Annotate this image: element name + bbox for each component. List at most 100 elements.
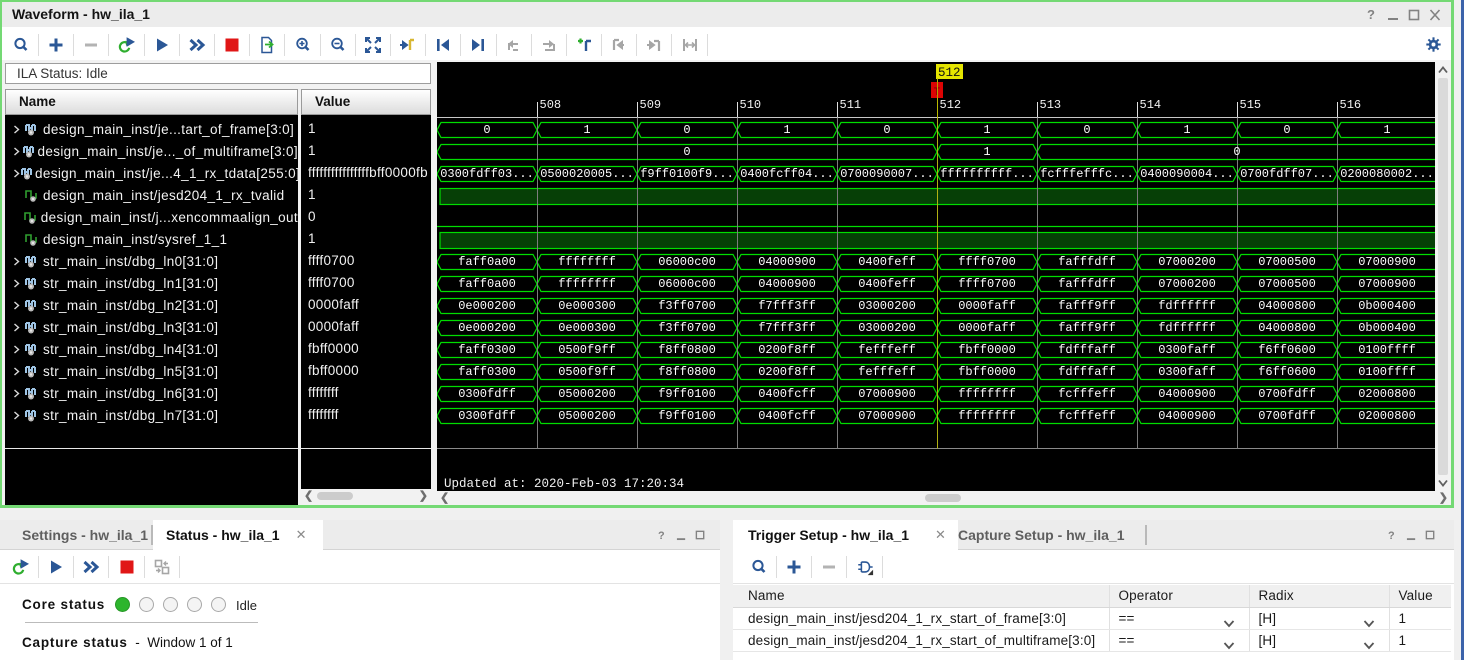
svg-text:0400fcff: 0400fcff <box>758 409 816 423</box>
svg-text:0400feff: 0400feff <box>858 255 916 269</box>
svg-text:508: 508 <box>540 98 562 112</box>
svg-text:07000900: 07000900 <box>858 409 916 423</box>
svg-text:1: 1 <box>783 123 790 137</box>
svg-text:03000200: 03000200 <box>858 321 916 335</box>
svg-text:05000200: 05000200 <box>558 387 616 401</box>
svg-text:fafffdff: fafffdff <box>1058 255 1116 269</box>
svg-text:0e000300: 0e000300 <box>558 299 616 313</box>
svg-text:0500f9ff: 0500f9ff <box>558 343 616 357</box>
svg-text:04000900: 04000900 <box>1158 387 1216 401</box>
svg-text:0e000200: 0e000200 <box>458 299 516 313</box>
svg-text:f8ff0800: f8ff0800 <box>658 365 716 379</box>
svg-text:0200080002...: 0200080002... <box>1340 167 1434 181</box>
svg-text:0700fdff07...: 0700fdff07... <box>1240 167 1334 181</box>
svg-text:0100ffff: 0100ffff <box>1358 365 1416 379</box>
svg-text:ffff0700: ffff0700 <box>958 277 1016 291</box>
svg-text:0100ffff: 0100ffff <box>1358 343 1416 357</box>
svg-text:0: 0 <box>883 123 890 137</box>
svg-text:f3ff0700: f3ff0700 <box>658 321 716 335</box>
svg-text:07000900: 07000900 <box>1358 255 1416 269</box>
svg-text:fcfffeff: fcfffeff <box>1058 409 1116 423</box>
svg-text:06000c00: 06000c00 <box>658 277 716 291</box>
svg-text:fdfffaff: fdfffaff <box>1058 343 1116 357</box>
svg-text:04000800: 04000800 <box>1258 321 1316 335</box>
svg-text:1: 1 <box>983 145 990 159</box>
svg-text:05000200: 05000200 <box>558 409 616 423</box>
svg-text:ffffffffff...: ffffffffff... <box>940 167 1034 181</box>
svg-text:04000800: 04000800 <box>1258 299 1316 313</box>
svg-text:0300fdff: 0300fdff <box>458 409 516 423</box>
svg-text:1: 1 <box>583 123 590 137</box>
svg-text:02000800: 02000800 <box>1358 409 1416 423</box>
svg-text:fcfffeff: fcfffeff <box>1058 387 1116 401</box>
svg-text:faff0a00: faff0a00 <box>458 255 516 269</box>
svg-text:0200f8ff: 0200f8ff <box>758 343 816 357</box>
svg-text:07000500: 07000500 <box>1258 277 1316 291</box>
svg-text:fafffdff: fafffdff <box>1058 277 1116 291</box>
svg-text:511: 511 <box>840 98 862 112</box>
svg-text:07000200: 07000200 <box>1158 255 1216 269</box>
svg-text:07000500: 07000500 <box>1258 255 1316 269</box>
svg-text:f6ff0600: f6ff0600 <box>1258 343 1316 357</box>
svg-text:0700090007...: 0700090007... <box>840 167 934 181</box>
svg-text:fdffffff: fdffffff <box>1158 321 1216 335</box>
svg-text:04000900: 04000900 <box>758 277 816 291</box>
svg-text:516: 516 <box>1340 98 1362 112</box>
svg-text:Updated at: 2020-Feb-03 17:20:: Updated at: 2020-Feb-03 17:20:34 <box>444 477 684 491</box>
svg-text:0400fcff04...: 0400fcff04... <box>740 167 834 181</box>
svg-text:1: 1 <box>1183 123 1190 137</box>
svg-text:fafff9ff: fafff9ff <box>1058 299 1116 313</box>
svg-text:0: 0 <box>683 123 690 137</box>
svg-text:0400fcff: 0400fcff <box>758 387 816 401</box>
svg-text:0000faff: 0000faff <box>958 321 1016 335</box>
svg-text:0300fdff03...: 0300fdff03... <box>440 167 534 181</box>
svg-text:faff0300: faff0300 <box>458 365 516 379</box>
svg-text:0: 0 <box>1083 123 1090 137</box>
svg-text:509: 509 <box>640 98 662 112</box>
svg-text:ffffffff: ffffffff <box>558 277 616 291</box>
svg-text:f9ff0100: f9ff0100 <box>658 387 716 401</box>
svg-text:fefffeff: fefffeff <box>858 343 916 357</box>
svg-text:f9ff0100: f9ff0100 <box>658 409 716 423</box>
svg-text:0: 0 <box>1233 145 1240 159</box>
svg-text:fbff0000: fbff0000 <box>958 365 1016 379</box>
svg-text:0e000200: 0e000200 <box>458 321 516 335</box>
svg-text:faff0a00: faff0a00 <box>458 277 516 291</box>
svg-text:510: 510 <box>740 98 762 112</box>
svg-text:04000900: 04000900 <box>758 255 816 269</box>
svg-text:0400feff: 0400feff <box>858 277 916 291</box>
svg-text:0200f8ff: 0200f8ff <box>758 365 816 379</box>
svg-text:0300fdff: 0300fdff <box>458 387 516 401</box>
svg-text:0b000400: 0b000400 <box>1358 299 1416 313</box>
svg-text:515: 515 <box>1240 98 1262 112</box>
svg-text:fafff9ff: fafff9ff <box>1058 321 1116 335</box>
svg-text:fefffeff: fefffeff <box>858 365 916 379</box>
svg-text:0: 0 <box>683 145 690 159</box>
svg-text:ffffffff: ffffffff <box>958 387 1016 401</box>
svg-text:fcfffefffc...: fcfffefffc... <box>1040 167 1134 181</box>
svg-text:0400090004...: 0400090004... <box>1140 167 1234 181</box>
svg-text:07000900: 07000900 <box>1358 277 1416 291</box>
svg-text:1: 1 <box>1383 123 1390 137</box>
svg-text:f9ff0100f9...: f9ff0100f9... <box>640 167 734 181</box>
svg-text:512: 512 <box>938 66 961 80</box>
svg-text:faff0300: faff0300 <box>458 343 516 357</box>
svg-text:0: 0 <box>1283 123 1290 137</box>
svg-text:03000200: 03000200 <box>858 299 916 313</box>
svg-text:0b000400: 0b000400 <box>1358 321 1416 335</box>
svg-text:0700fdff: 0700fdff <box>1258 387 1316 401</box>
svg-text:?: ? <box>1388 530 1395 541</box>
svg-text:f7fff3ff: f7fff3ff <box>758 299 816 313</box>
svg-text:513: 513 <box>1040 98 1062 112</box>
svg-text:f7fff3ff: f7fff3ff <box>758 321 816 335</box>
svg-text:0000faff: 0000faff <box>958 299 1016 313</box>
svg-text:ffff0700: ffff0700 <box>958 255 1016 269</box>
svg-text:f6ff0600: f6ff0600 <box>1258 365 1316 379</box>
svg-text:0500020005...: 0500020005... <box>540 167 634 181</box>
svg-text:fbff0000: fbff0000 <box>958 343 1016 357</box>
svg-text:f8ff0800: f8ff0800 <box>658 343 716 357</box>
svg-text:0500f9ff: 0500f9ff <box>558 365 616 379</box>
svg-text:02000800: 02000800 <box>1358 387 1416 401</box>
svg-text:06000c00: 06000c00 <box>658 255 716 269</box>
svg-text:514: 514 <box>1140 98 1162 112</box>
